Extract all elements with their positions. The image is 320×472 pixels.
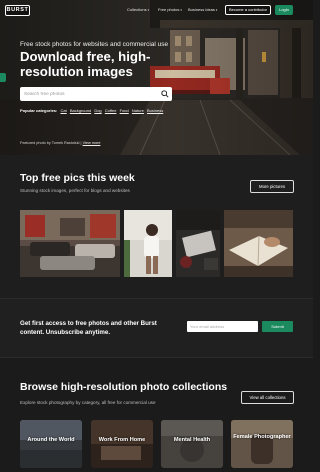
popular-label: Popular categories: — [20, 108, 58, 113]
collection-photo — [20, 420, 82, 468]
subscribe-text: Get first access to free photos and othe… — [20, 320, 157, 336]
collection-card-work-from-home[interactable]: Work From Home — [91, 420, 153, 468]
collection-label: Work From Home — [98, 437, 146, 443]
category-link[interactable]: Business — [147, 108, 163, 113]
hero-eyebrow: Free stock photos for websites and comme… — [20, 41, 169, 48]
email-field[interactable] — [187, 321, 258, 332]
category-link[interactable]: Background — [70, 108, 91, 113]
category-link[interactable]: Coffee — [105, 108, 117, 113]
photo-cars-street[interactable] — [20, 210, 120, 277]
top-navigation: BURST Collections▾ Free photos▾ Business… — [0, 0, 313, 22]
view-all-collections-button[interactable]: View all collections — [241, 391, 294, 404]
top-pics-title: Top free pics this week — [20, 172, 135, 184]
search-icon[interactable] — [161, 90, 169, 98]
collection-photo — [161, 420, 223, 468]
hero-title: Download free, high-resolution images — [20, 49, 151, 79]
become-contributor-button[interactable]: Become a contributor — [225, 5, 271, 15]
collection-card-mental-health[interactable]: Mental Health — [161, 420, 223, 468]
collections-section: Browse high-resolution photo collections… — [0, 358, 313, 472]
more-pictures-button[interactable]: More pictures — [250, 180, 294, 193]
collection-label: Female Photographer — [233, 434, 291, 440]
top-pics-section: Top free pics this week Stunning stock i… — [0, 155, 313, 298]
hero-section: BURST Collections▾ Free photos▾ Business… — [0, 0, 313, 155]
login-button[interactable]: Login — [275, 5, 293, 15]
nav-link-collections[interactable]: Collections▾ — [127, 7, 149, 12]
search-bar — [20, 87, 172, 101]
popular-categories: Popular categories: Cat Background Dog C… — [20, 108, 163, 113]
view-more-link[interactable]: View more — [83, 141, 101, 145]
collection-photo — [91, 420, 153, 468]
burst-logo[interactable]: BURST — [5, 5, 30, 16]
category-link[interactable]: Dog — [94, 108, 101, 113]
collections-title: Browse high-resolution photo collections — [20, 381, 228, 393]
category-link[interactable]: Food — [120, 108, 129, 113]
featured-credit-text: Featured photo by Tomek Rastolski | — [20, 141, 82, 145]
featured-credit: Featured photo by Tomek Rastolski | View… — [20, 141, 100, 145]
collection-label: Mental Health — [173, 437, 211, 443]
photo-book-hands[interactable] — [224, 210, 293, 277]
collection-card-female-photographer[interactable]: Female Photographer — [231, 420, 293, 468]
subscribe-section: Get first access to free photos and othe… — [0, 298, 313, 358]
collection-card-around-the-world[interactable]: Around the World — [20, 420, 82, 468]
collection-label: Around the World — [27, 437, 75, 443]
collection-photo — [231, 420, 293, 468]
collections-subtitle: Explore stock photography by category, a… — [20, 400, 156, 405]
nav-link-business-ideas[interactable]: Business ideas▾ — [188, 7, 217, 12]
photo-laptop-desk[interactable] — [176, 210, 220, 277]
side-tab[interactable] — [0, 73, 6, 82]
photo-woman-white[interactable] — [124, 210, 172, 277]
category-link[interactable]: Nature — [132, 108, 144, 113]
search-input[interactable] — [20, 87, 160, 101]
submit-button[interactable]: Submit — [262, 321, 293, 332]
category-link[interactable]: Cat — [60, 108, 66, 113]
nav-link-free-photos[interactable]: Free photos▾ — [158, 7, 182, 12]
top-pics-subtitle: Stunning stock images, perfect for blogs… — [20, 188, 130, 193]
